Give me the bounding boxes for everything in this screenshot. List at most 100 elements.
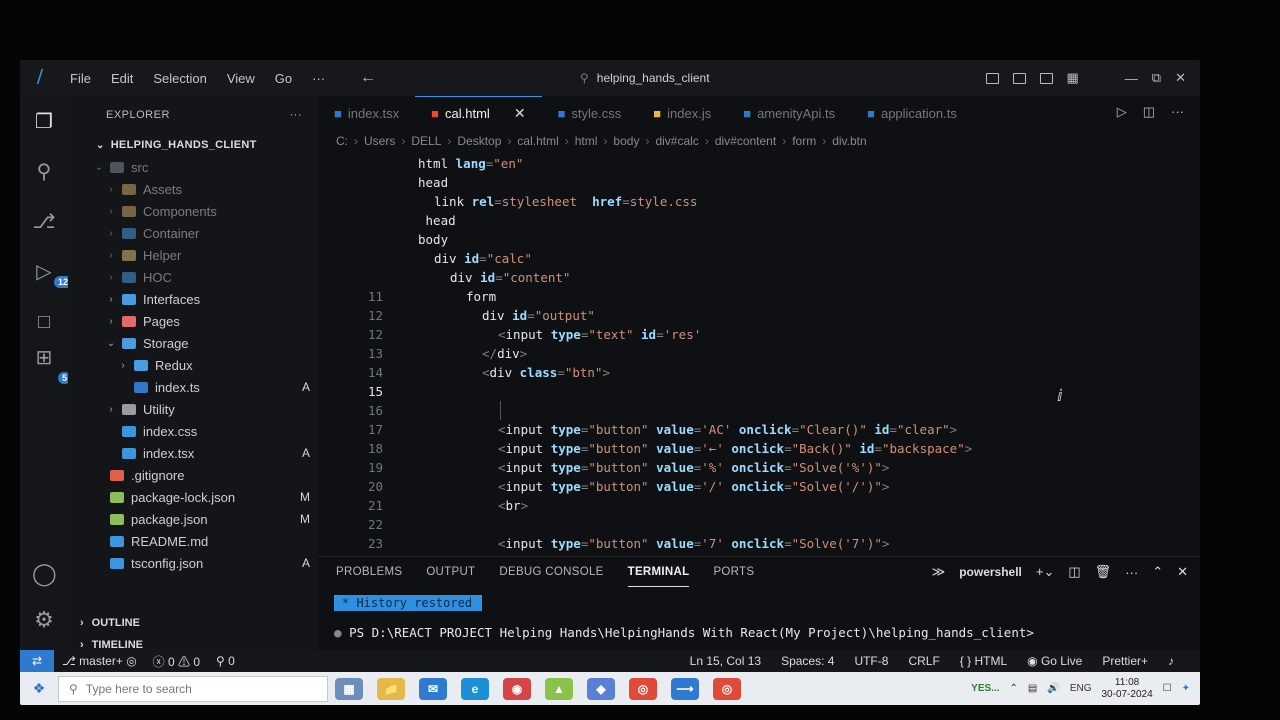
go-live-button[interactable]: ◉ Go Live	[1019, 654, 1090, 668]
kill-terminal-icon[interactable]: 🗑	[1095, 564, 1112, 580]
breadcrumb-item[interactable]: div#content	[715, 134, 776, 148]
panel-tab-terminal[interactable]: TERMINAL	[627, 557, 690, 587]
app-icon[interactable]: ◉	[503, 677, 531, 700]
editor-tab[interactable]: ■ application.ts	[851, 96, 973, 130]
breadcrumb-item[interactable]: div.btn	[832, 134, 866, 148]
explorer-icon[interactable]: ❐	[32, 110, 56, 134]
split-editor-icon[interactable]: ◫	[1143, 104, 1155, 120]
tree-item[interactable]: package-lock.json M	[68, 486, 318, 508]
app-icon-3[interactable]: ◆	[587, 677, 615, 700]
breadcrumb-item[interactable]: Users	[364, 134, 395, 148]
editor-tab[interactable]: ■ cal.html ✕	[415, 96, 542, 130]
run-icon[interactable]: ▷	[1117, 104, 1127, 120]
prettier-status[interactable]: Prettier+	[1094, 654, 1156, 668]
menu-edit[interactable]: Edit	[101, 71, 143, 86]
explorer-more-button[interactable]: ···	[290, 109, 303, 121]
notifications-bell-icon[interactable]: ♪	[1160, 654, 1182, 668]
minimize-icon[interactable]: —	[1125, 71, 1138, 86]
close-window-icon[interactable]: ✕	[1175, 70, 1186, 86]
customize-layout-icon[interactable]: ▦	[1067, 70, 1079, 86]
tree-item[interactable]: ⌄ src	[68, 156, 318, 178]
tree-item[interactable]: ⌄ Storage	[68, 332, 318, 354]
breadcrumb-item[interactable]: C:	[336, 134, 348, 148]
menu-view[interactable]: View	[217, 71, 265, 86]
breadcrumb-item[interactable]: DELL	[411, 134, 441, 148]
clock[interactable]: 11:08 30-07-2024	[1101, 677, 1152, 701]
code-editor[interactable]: html lang="en" head link rel=stylesheet hr…	[318, 154, 1200, 556]
breadcrumb-item[interactable]: div#calc	[655, 134, 698, 148]
editor-tab[interactable]: ■ amenityApi.ts	[727, 96, 851, 130]
language-indicator[interactable]: ENG	[1070, 683, 1092, 694]
more-actions-icon[interactable]: ···	[1171, 104, 1184, 120]
encoding[interactable]: UTF-8	[846, 654, 896, 668]
settings-gear-icon[interactable]: ⚙	[32, 608, 56, 632]
problems-count[interactable]: ⓧ 0 ⚠ 0	[145, 653, 208, 670]
editor-tab[interactable]: ■ index.tsx	[318, 96, 415, 130]
toggle-secondary-sidebar-icon[interactable]	[1039, 72, 1053, 84]
tree-item[interactable]: › Redux	[68, 354, 318, 376]
breadcrumb-item[interactable]: form	[792, 134, 816, 148]
maximize-panel-icon[interactable]: ⌃	[1152, 564, 1163, 580]
breadcrumb-item[interactable]: body	[613, 134, 639, 148]
tree-item[interactable]: › Components	[68, 200, 318, 222]
panel-tab-debug-console[interactable]: DEBUG CONSOLE	[499, 557, 603, 587]
split-terminal-icon[interactable]: ◫	[1068, 564, 1080, 580]
restore-icon[interactable]: ⧉	[1152, 70, 1161, 86]
indentation[interactable]: Spaces: 4	[773, 654, 842, 668]
breadcrumb-item[interactable]: cal.html	[517, 134, 558, 148]
remote-indicator-icon[interactable]: ⇄	[20, 650, 54, 672]
account-icon[interactable]: ◯	[32, 562, 57, 586]
panel-tab-problems[interactable]: PROBLEMS	[336, 557, 402, 587]
notification-center-icon[interactable]: ☐	[1163, 683, 1172, 694]
menu-file[interactable]: File	[60, 71, 101, 86]
network-icon[interactable]: ▤	[1028, 683, 1037, 694]
tree-item[interactable]: › Pages	[68, 310, 318, 332]
windows-start-icon[interactable]: ❖	[20, 680, 58, 697]
close-tab-icon[interactable]: ✕	[514, 105, 526, 122]
file-explorer-icon[interactable]: 📁	[377, 677, 405, 700]
back-arrow-icon[interactable]: ←	[360, 69, 376, 87]
tree-item[interactable]: › Helper	[68, 244, 318, 266]
language-mode[interactable]: { } HTML	[952, 654, 1015, 668]
terminal-prompt[interactable]: ● PS D:\REACT PROJECT Helping Hands\Help…	[334, 625, 1034, 640]
terminal-shell-name[interactable]: powershell	[959, 565, 1022, 579]
editor-tab[interactable]: ■ style.css	[542, 96, 638, 130]
taskbar-search[interactable]: ⚲ Type here to search	[58, 675, 328, 702]
tree-item[interactable]: › Assets	[68, 178, 318, 200]
tree-item[interactable]: index.ts A	[68, 376, 318, 398]
menu-selection[interactable]: Selection	[143, 71, 216, 86]
new-terminal-icon[interactable]: +⌄	[1036, 564, 1054, 580]
cursor-position[interactable]: Ln 15, Col 13	[682, 654, 769, 668]
mail-icon[interactable]: ✉	[419, 677, 447, 700]
chrome-icon[interactable]: ◎	[629, 677, 657, 700]
tree-item[interactable]: README.md	[68, 530, 318, 552]
source-control-icon[interactable]: ⎇	[32, 210, 56, 234]
menu-go[interactable]: Go	[265, 71, 302, 86]
edge-icon[interactable]: e	[461, 677, 489, 700]
tree-item[interactable]: › Container	[68, 222, 318, 244]
tree-item[interactable]: package.json M	[68, 508, 318, 530]
tree-item[interactable]: index.tsx A	[68, 442, 318, 464]
menu-more[interactable]: ···	[302, 71, 335, 86]
tree-item[interactable]: tsconfig.json A	[68, 552, 318, 574]
extensions-icon[interactable]: ⊞	[32, 346, 56, 370]
breadcrumb-item[interactable]: Desktop	[457, 134, 501, 148]
app-icon-2[interactable]: ▲	[545, 677, 573, 700]
editor-tab[interactable]: ■ index.js	[637, 96, 727, 130]
remote-explorer-icon[interactable]: □	[32, 310, 56, 334]
tree-item[interactable]: index.css	[68, 420, 318, 442]
line-ending[interactable]: CRLF	[900, 654, 947, 668]
volume-icon[interactable]: 🔊	[1047, 683, 1059, 694]
vscode-taskbar-icon[interactable]: ⟶	[671, 677, 699, 700]
ports-count[interactable]: ⚲ 0	[208, 654, 243, 668]
breadcrumb-item[interactable]: html	[575, 134, 598, 148]
weather-widget[interactable]: YES...	[971, 683, 999, 694]
task-view-icon[interactable]: ▦	[335, 677, 363, 700]
git-branch[interactable]: ⎇ master+ ◎	[54, 654, 145, 668]
panel-tab-ports[interactable]: PORTS	[713, 557, 754, 587]
project-root[interactable]: ⌄ HELPING_HANDS_CLIENT	[68, 134, 318, 156]
tree-item[interactable]: › Interfaces	[68, 288, 318, 310]
chrome-icon-2[interactable]: ◎	[713, 677, 741, 700]
panel-more-icon[interactable]: ···	[1125, 565, 1138, 580]
toggle-sidebar-icon[interactable]	[985, 72, 999, 84]
